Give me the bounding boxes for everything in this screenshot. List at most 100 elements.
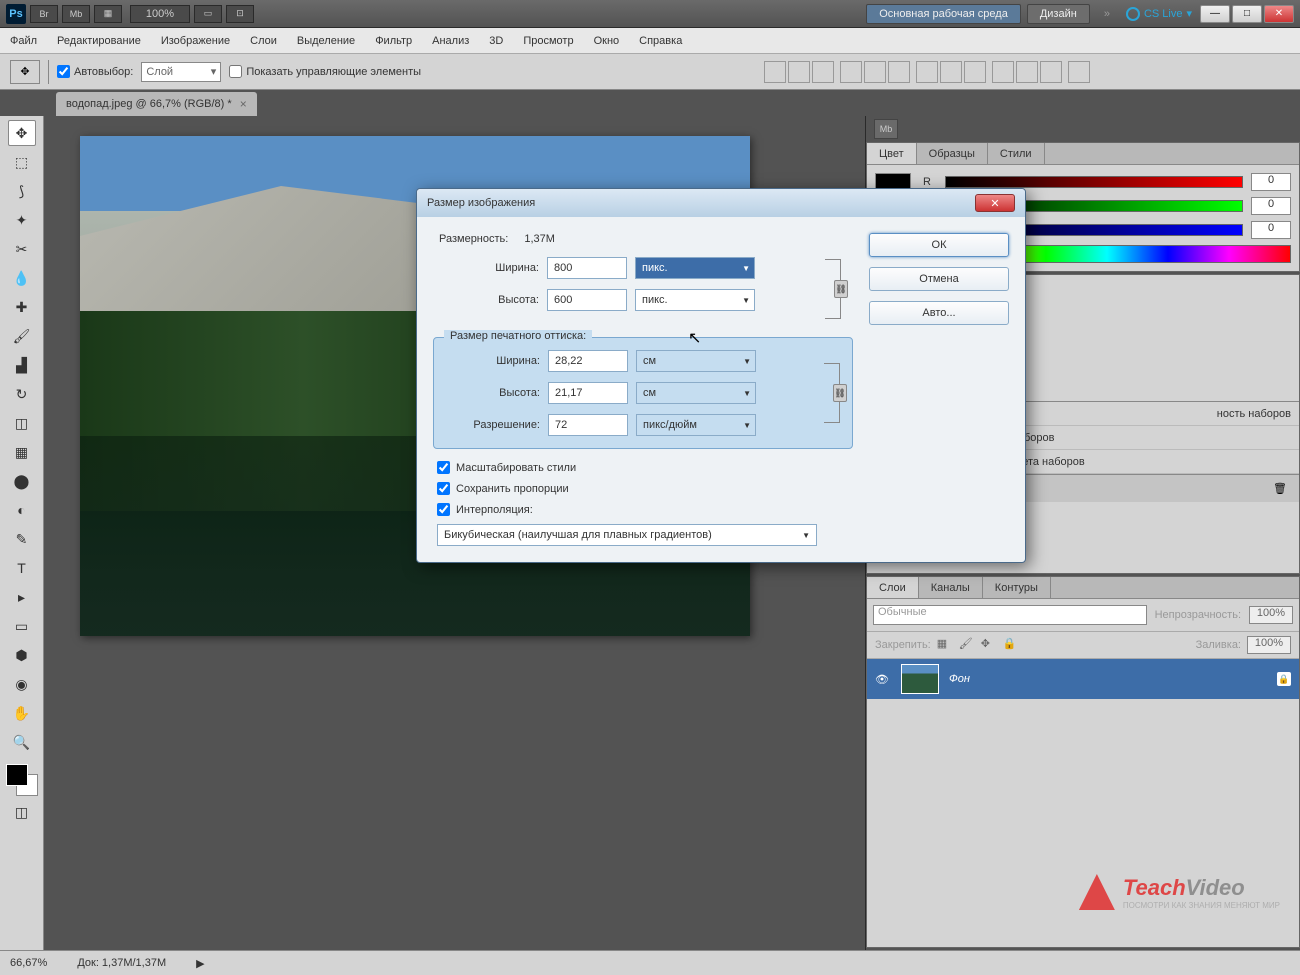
link-icon[interactable]: ⛓ (834, 280, 848, 298)
dialog-close-button[interactable]: ✕ (975, 194, 1015, 212)
autoselect-input[interactable] (57, 65, 70, 78)
fg-color[interactable] (6, 764, 28, 786)
document-tab[interactable]: водопад.jpeg @ 66,7% (RGB/8) * × (56, 92, 257, 116)
link-icon[interactable]: ⛓ (833, 384, 847, 402)
tab-paths[interactable]: Контуры (983, 577, 1051, 598)
shape-tool[interactable]: ▭ (8, 613, 36, 639)
close-tab-icon[interactable]: × (240, 97, 247, 111)
autoselect-checkbox[interactable]: Автовыбор: (57, 65, 133, 78)
lock-all-icon[interactable]: 🔒 (1003, 637, 1019, 653)
width-input[interactable] (547, 257, 627, 279)
menu-select[interactable]: Выделение (297, 35, 355, 47)
layer-background[interactable]: 👁 Фон 🔒 (867, 659, 1299, 699)
height-unit-select[interactable]: пикс.▼ (635, 289, 755, 311)
tab-styles[interactable]: Стили (988, 143, 1045, 164)
show-controls-checkbox[interactable]: Показать управляющие элементы (229, 65, 421, 78)
print-width-unit[interactable]: см▼ (636, 350, 756, 372)
status-doc[interactable]: Док: 1,37M/1,37M (77, 957, 166, 969)
gradient-tool[interactable]: ▦ (8, 439, 36, 465)
blend-mode-select[interactable]: Обычные (873, 605, 1147, 625)
resample-checkbox[interactable]: Интерполяция: (433, 503, 853, 516)
brush-tool[interactable]: 🖌 (8, 323, 36, 349)
stamp-tool[interactable]: ▟ (8, 352, 36, 378)
lock-pixels-icon[interactable]: 🖌 (959, 637, 975, 653)
healing-tool[interactable]: ✚ (8, 294, 36, 320)
workspace-more-icon[interactable]: » (1104, 8, 1110, 20)
print-height-unit[interactable]: см▼ (636, 382, 756, 404)
distribute-icon[interactable] (964, 61, 986, 83)
3d-tool[interactable]: ⬢ (8, 642, 36, 668)
constrain-input[interactable] (437, 482, 450, 495)
color-swatches[interactable] (6, 764, 38, 796)
panel-footer-icon[interactable]: 🗑 (1273, 482, 1287, 495)
marquee-tool[interactable]: ⬚ (8, 149, 36, 175)
eraser-tool[interactable]: ◫ (8, 410, 36, 436)
menu-layer[interactable]: Слои (250, 35, 277, 47)
cslive-button[interactable]: CS Live ▾ (1126, 7, 1192, 21)
tab-swatches[interactable]: Образцы (917, 143, 988, 164)
distribute-icon[interactable] (916, 61, 938, 83)
menu-file[interactable]: Файл (10, 35, 37, 47)
layer-visibility-icon[interactable]: 👁 (875, 673, 891, 686)
align-icon[interactable] (764, 61, 786, 83)
cancel-button[interactable]: Отмена (869, 267, 1009, 291)
tab-layers[interactable]: Слои (867, 577, 919, 598)
menu-window[interactable]: Окно (594, 35, 620, 47)
print-height-input[interactable] (548, 382, 628, 404)
status-zoom[interactable]: 66,67% (10, 957, 47, 969)
auto-align-icon[interactable] (1068, 61, 1090, 83)
constrain-proportions-checkbox[interactable]: Сохранить пропорции (433, 482, 853, 495)
align-icon[interactable] (864, 61, 886, 83)
align-icon[interactable] (888, 61, 910, 83)
blur-tool[interactable]: ⬤ (8, 468, 36, 494)
path-tool[interactable]: ▸ (8, 584, 36, 610)
height-input[interactable] (547, 289, 627, 311)
bridge-icon[interactable]: Br (30, 5, 58, 23)
distribute-icon[interactable] (1016, 61, 1038, 83)
wand-tool[interactable]: ✦ (8, 207, 36, 233)
show-controls-input[interactable] (229, 65, 242, 78)
align-icon[interactable] (840, 61, 862, 83)
scale-styles-input[interactable] (437, 461, 450, 474)
lock-position-icon[interactable]: ✥ (981, 637, 997, 653)
g-value[interactable]: 0 (1251, 197, 1291, 215)
menu-view[interactable]: Просмотр (523, 35, 573, 47)
move-tool-icon[interactable]: ✥ (10, 60, 40, 84)
3d-camera-tool[interactable]: ◉ (8, 671, 36, 697)
resolution-unit[interactable]: пикс/дюйм▼ (636, 414, 756, 436)
distribute-icon[interactable] (940, 61, 962, 83)
tab-channels[interactable]: Каналы (919, 577, 983, 598)
eyedropper-tool[interactable]: 💧 (8, 265, 36, 291)
tab-color[interactable]: Цвет (867, 143, 917, 164)
distribute-icon[interactable] (992, 61, 1014, 83)
width-unit-select[interactable]: пикс.▼ (635, 257, 755, 279)
quickmask-tool[interactable]: ◫ (8, 799, 36, 825)
workspace-essentials[interactable]: Основная рабочая среда (866, 4, 1021, 24)
ok-button[interactable]: ОК (869, 233, 1009, 257)
distribute-icon[interactable] (1040, 61, 1062, 83)
minimize-button[interactable]: — (1200, 5, 1230, 23)
minibridge-icon[interactable]: Mb (62, 5, 90, 23)
layer-name[interactable]: Фон (949, 673, 970, 685)
menu-edit[interactable]: Редактирование (57, 35, 141, 47)
history-brush-tool[interactable]: ↻ (8, 381, 36, 407)
pen-tool[interactable]: ✎ (8, 526, 36, 552)
move-tool[interactable]: ✥ (8, 120, 36, 146)
type-tool[interactable]: T (8, 555, 36, 581)
menu-help[interactable]: Справка (639, 35, 682, 47)
lasso-tool[interactable]: ⟆ (8, 178, 36, 204)
dodge-tool[interactable]: ◐ (8, 497, 36, 523)
r-slider[interactable] (945, 176, 1243, 188)
zoom-tool[interactable]: 🔍 (8, 729, 36, 755)
zoom-level[interactable]: 100% (130, 5, 190, 23)
resolution-input[interactable] (548, 414, 628, 436)
extras-icon[interactable]: ⊡ (226, 5, 254, 23)
layer-thumbnail[interactable] (901, 664, 939, 694)
b-value[interactable]: 0 (1251, 221, 1291, 239)
menu-image[interactable]: Изображение (161, 35, 230, 47)
r-value[interactable]: 0 (1251, 173, 1291, 191)
arrange-icon[interactable]: ▭ (194, 5, 222, 23)
crop-tool[interactable]: ✂ (8, 236, 36, 262)
workspace-design[interactable]: Дизайн (1027, 4, 1090, 24)
menu-filter[interactable]: Фильтр (375, 35, 412, 47)
